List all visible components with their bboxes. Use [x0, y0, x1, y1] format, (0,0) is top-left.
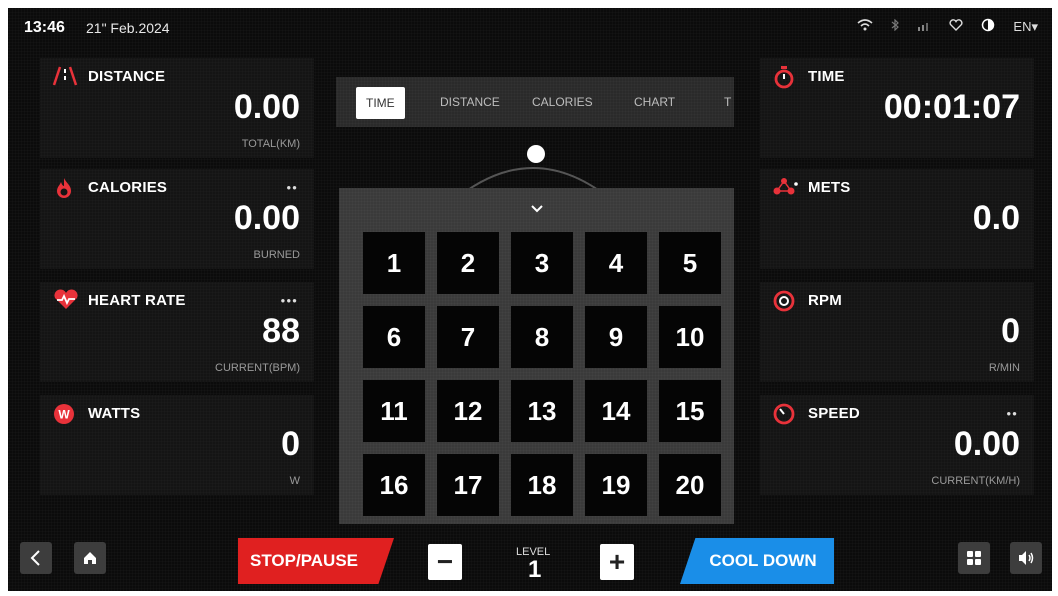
rpm-value: 0	[1001, 312, 1020, 350]
volume-icon	[1019, 551, 1034, 565]
level-decrease-button[interactable]: −	[428, 544, 462, 580]
back-button[interactable]	[20, 542, 52, 574]
level-keypad: 1 2 3 4 5 6 7 8 9 10 11 12 13 14 15 16 17 18 19 20	[339, 188, 734, 524]
watts-unit: W	[289, 475, 300, 487]
time-value: 00:01:07	[883, 88, 1020, 126]
tab-chart[interactable]: CHART	[634, 95, 675, 109]
rpm-icon	[772, 289, 798, 313]
mets-value: 0.0	[972, 199, 1020, 237]
chevron-left-icon	[30, 550, 40, 566]
speed-panel[interactable]: SPEED ●● 0.00 CURRENT(KM/H)	[760, 395, 1034, 495]
level-key-7[interactable]: 7	[437, 306, 499, 368]
wifi-icon	[857, 19, 873, 34]
grid-icon	[967, 551, 981, 565]
language-selector[interactable]: EN▾	[1013, 19, 1038, 35]
level-key-12[interactable]: 12	[437, 380, 499, 442]
workout-tab-bar: TIME DISTANCE CALORIES CHART T	[336, 77, 734, 127]
calories-page-dots: ●●	[286, 183, 298, 192]
level-key-19[interactable]: 19	[585, 454, 647, 516]
mets-icon	[772, 176, 798, 200]
speed-unit: CURRENT(KM/H)	[931, 475, 1020, 487]
watts-icon: W	[52, 402, 78, 426]
status-icons: EN▾	[857, 18, 1038, 35]
treadmill-console-screen: 13:46 21" Feb.2024 EN▾ DISTANCE 0.00 TOT…	[8, 8, 1052, 591]
stop-pause-button[interactable]: STOP/PAUSE	[238, 538, 394, 584]
bluetooth-icon	[891, 18, 900, 34]
watts-label: WATTS	[88, 405, 141, 422]
watts-panel: W WATTS 0 W	[40, 395, 314, 495]
apps-button[interactable]	[958, 542, 990, 574]
status-time: 13:46	[24, 19, 65, 36]
status-bar: 13:46 21" Feb.2024 EN▾	[8, 8, 1052, 48]
tab-truncated[interactable]: T	[724, 95, 731, 109]
speed-page-dots: ●●	[1006, 409, 1018, 418]
tab-distance[interactable]: DISTANCE	[440, 95, 500, 109]
heart-pulse-icon	[52, 289, 78, 313]
progress-arc-handle[interactable]	[527, 145, 545, 163]
home-icon	[84, 552, 96, 564]
level-key-14[interactable]: 14	[585, 380, 647, 442]
home-button[interactable]	[74, 542, 106, 574]
time-panel: TIME 00:01:07	[760, 58, 1034, 158]
distance-label: DISTANCE	[88, 68, 166, 85]
heart-rate-panel[interactable]: HEART RATE ●●● 88 CURRENT(BPM)	[40, 282, 314, 382]
level-value: 1	[528, 556, 542, 583]
heart-rate-value: 88	[262, 312, 300, 350]
chevron-down-icon[interactable]	[527, 202, 547, 216]
level-key-16[interactable]: 16	[363, 454, 425, 516]
calories-unit: BURNED	[253, 249, 300, 261]
level-key-6[interactable]: 6	[363, 306, 425, 368]
rpm-label: RPM	[808, 292, 842, 309]
contrast-icon[interactable]	[981, 18, 995, 35]
calories-label: CALORIES	[88, 179, 168, 196]
level-key-3[interactable]: 3	[511, 232, 573, 294]
cool-down-button[interactable]: COOL DOWN	[680, 538, 834, 584]
level-key-20[interactable]: 20	[659, 454, 721, 516]
level-key-15[interactable]: 15	[659, 380, 721, 442]
distance-road-icon	[52, 65, 78, 89]
tab-calories[interactable]: CALORIES	[532, 95, 593, 109]
distance-unit: TOTAL(KM)	[241, 138, 300, 150]
speed-value: 0.00	[953, 425, 1020, 463]
heart-rate-page-dots: ●●●	[280, 296, 298, 305]
level-key-2[interactable]: 2	[437, 232, 499, 294]
time-label: TIME	[808, 68, 845, 85]
level-increase-button[interactable]: +	[600, 544, 634, 580]
flame-icon	[52, 176, 78, 200]
level-key-1[interactable]: 1	[363, 232, 425, 294]
level-key-8[interactable]: 8	[511, 306, 573, 368]
level-key-9[interactable]: 9	[585, 306, 647, 368]
bottom-bar: STOP/PAUSE − LEVEL 1 + COOL DOWN	[8, 536, 1052, 591]
level-key-5[interactable]: 5	[659, 232, 721, 294]
level-key-4[interactable]: 4	[585, 232, 647, 294]
rpm-unit: R/MIN	[988, 362, 1020, 374]
calories-panel[interactable]: CALORIES ●● 0.00 BURNED	[40, 169, 314, 269]
mets-label: METS	[808, 179, 851, 196]
rpm-panel: RPM 0 R/MIN	[760, 282, 1034, 382]
level-key-10[interactable]: 10	[659, 306, 721, 368]
watts-value: 0	[281, 425, 300, 463]
level-key-13[interactable]: 13	[511, 380, 573, 442]
speed-icon	[772, 402, 798, 426]
distance-value: 0.00	[233, 88, 300, 126]
svg-text:W: W	[58, 408, 70, 422]
level-key-17[interactable]: 17	[437, 454, 499, 516]
volume-button[interactable]	[1010, 542, 1042, 574]
mets-panel: METS 0.0	[760, 169, 1034, 269]
calories-value: 0.00	[233, 199, 300, 237]
distance-panel: DISTANCE 0.00 TOTAL(KM)	[40, 58, 314, 158]
stopwatch-icon	[772, 65, 798, 89]
status-date: 21" Feb.2024	[86, 20, 170, 36]
heart-rate-unit: CURRENT(BPM)	[215, 362, 300, 374]
tab-time[interactable]: TIME	[356, 87, 405, 119]
speed-label: SPEED	[808, 405, 860, 422]
signal-icon	[917, 19, 931, 34]
heart-rate-label: HEART RATE	[88, 292, 186, 309]
level-key-11[interactable]: 11	[363, 380, 425, 442]
heart-outline-icon[interactable]	[949, 19, 963, 34]
level-key-18[interactable]: 18	[511, 454, 573, 516]
